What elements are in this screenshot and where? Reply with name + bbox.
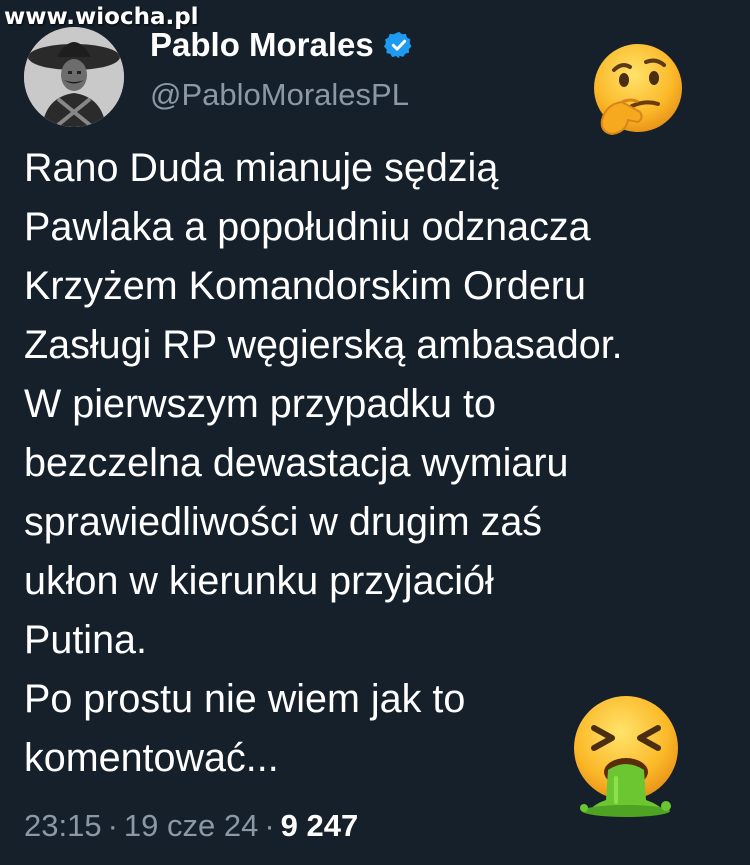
separator-dot: · xyxy=(107,808,118,843)
tweet-line: Zasługi RP węgierską ambasador. xyxy=(24,323,623,367)
avatar-photo-icon xyxy=(24,27,124,127)
tweet-text: Rano Duda mianuje sędzią Pawlaka a popoł… xyxy=(24,139,734,788)
tweet-line: Krzyżem Komandorskim Orderu xyxy=(24,264,586,308)
tweet-line: W pierwszym przypadku to xyxy=(24,382,496,426)
watermark-text: www.wiocha.pl xyxy=(4,4,199,30)
avatar[interactable] xyxy=(24,27,124,127)
tweet-line: bezczelna dewastacja wymiaru xyxy=(24,441,569,485)
tweet-line: ukłon w kierunku przyjaciół xyxy=(24,559,494,603)
author-name-row[interactable]: Pablo Morales xyxy=(150,26,414,64)
tweet-line: Putina. xyxy=(24,618,147,662)
tweet-time[interactable]: 23:15 xyxy=(24,808,102,843)
tweet-meta: 23:15 · 19 cze 24 · 9 247 xyxy=(24,808,358,844)
author-display-name[interactable]: Pablo Morales xyxy=(150,26,374,64)
thinking-face-emoji xyxy=(588,40,688,140)
tweet-line: Rano Duda mianuje sędzią xyxy=(24,146,499,190)
tweet-line: Pawlaka a popołudniu odznacza xyxy=(24,205,591,249)
separator-dot: · xyxy=(264,808,275,843)
tweet-date[interactable]: 19 cze 24 xyxy=(124,808,258,843)
view-count[interactable]: 9 247 xyxy=(281,808,359,843)
vomiting-face-emoji xyxy=(566,692,692,818)
verified-badge-icon xyxy=(383,30,414,60)
tweet-line: sprawiedliwości w drugim zaś xyxy=(24,500,543,544)
author-handle[interactable]: @PabloMoralesPL xyxy=(150,77,409,113)
